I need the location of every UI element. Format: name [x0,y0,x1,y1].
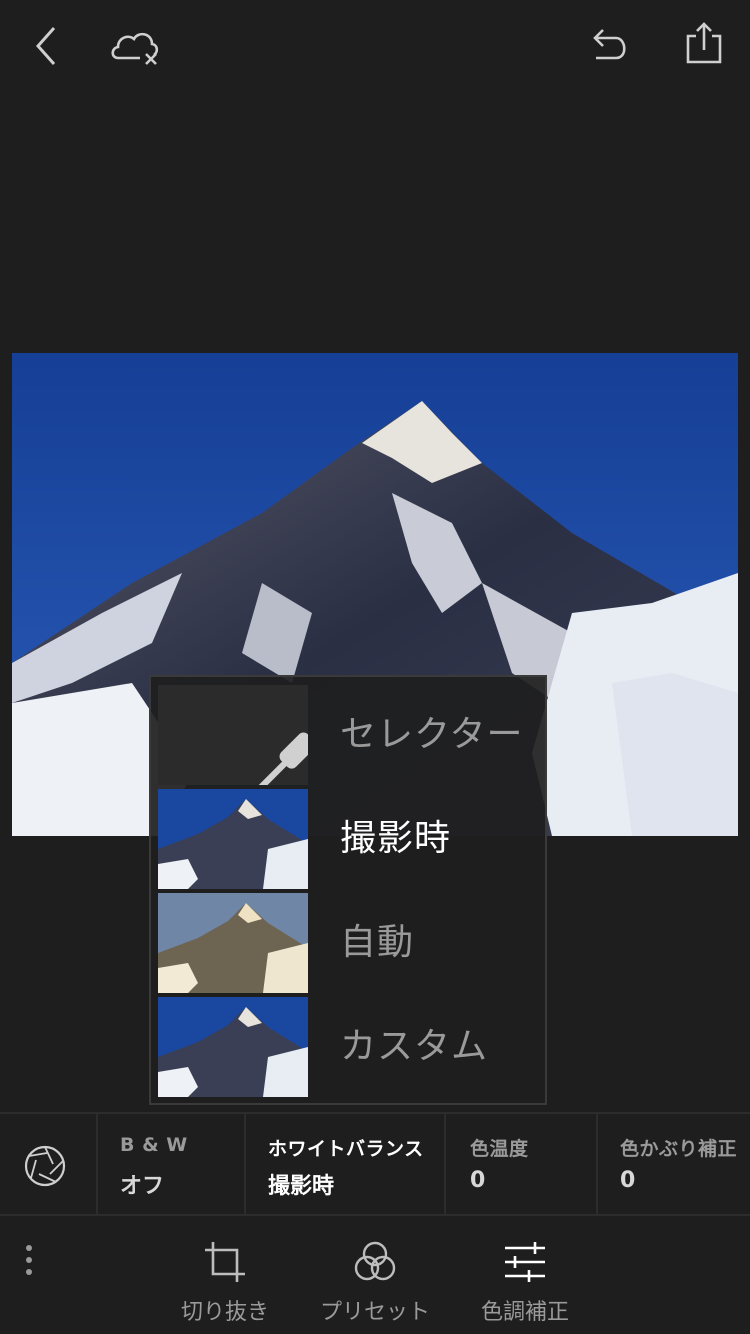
tool-label: 切り抜き [180,1300,269,1325]
wb-option-selector[interactable]: セレクター [158,685,542,785]
cloud-sync-button[interactable] [108,18,164,74]
param-value: 0 [620,1168,636,1193]
tool-label: プリセット [319,1300,430,1325]
param-label: B & W [120,1134,188,1156]
tool-label: 色調補正 [480,1300,569,1325]
tool-presets[interactable]: プリセット [295,1216,455,1334]
wb-option-label: 自動 [340,922,415,963]
aperture-icon [24,1145,66,1187]
more-vertical-icon [26,1245,32,1275]
param-label: 色温度 [470,1138,529,1160]
wb-thumb-as-shot [158,789,308,889]
bottom-toolbar: 切り抜き プリセット 色調補正 [0,1216,750,1334]
back-button[interactable] [18,18,74,74]
share-icon [686,22,722,64]
param-value: 撮影時 [268,1174,335,1199]
wb-option-label: セレクター [340,714,524,755]
wb-option-custom[interactable]: カスタム [158,997,542,1097]
wb-option-auto[interactable]: 自動 [158,893,542,993]
sliders-icon [501,1238,549,1286]
param-tint[interactable]: 色かぶり補正 0 [600,1114,750,1214]
profile-button[interactable] [0,1114,98,1214]
param-temperature[interactable]: 色温度 0 [450,1114,598,1214]
chevron-left-icon [35,27,56,65]
more-button[interactable] [14,1240,44,1280]
wb-thumb-custom [158,997,308,1097]
param-white-balance[interactable]: ホワイトバランス 撮影時 [248,1114,446,1214]
crop-icon [201,1238,249,1286]
param-label: 色かぶり補正 [620,1138,738,1160]
param-value: 0 [470,1168,486,1193]
param-value: オフ [120,1174,165,1199]
white-balance-menu: セレクター 撮影時 自動 カスタム [149,675,547,1105]
share-button[interactable] [676,18,732,74]
param-label: ホワイトバランス [268,1138,424,1160]
param-bw[interactable]: B & W オフ [100,1114,246,1214]
presets-icon [351,1238,399,1286]
tool-adjust[interactable]: 色調補正 [445,1216,605,1334]
wb-option-label: 撮影時 [340,818,452,859]
cloud-off-icon [111,32,159,65]
undo-icon [593,29,626,60]
tool-crop[interactable]: 切り抜き [145,1216,305,1334]
wb-thumb-auto [158,893,308,993]
top-toolbar [0,0,750,96]
wb-option-thumb [158,685,308,785]
adjustment-params: B & W オフ ホワイトバランス 撮影時 色温度 0 色かぶり補正 0 [0,1112,750,1216]
wb-option-label: カスタム [340,1026,489,1067]
wb-option-as-shot[interactable]: 撮影時 [158,789,542,889]
undo-button[interactable] [582,18,638,74]
eyedropper-icon [208,711,308,785]
